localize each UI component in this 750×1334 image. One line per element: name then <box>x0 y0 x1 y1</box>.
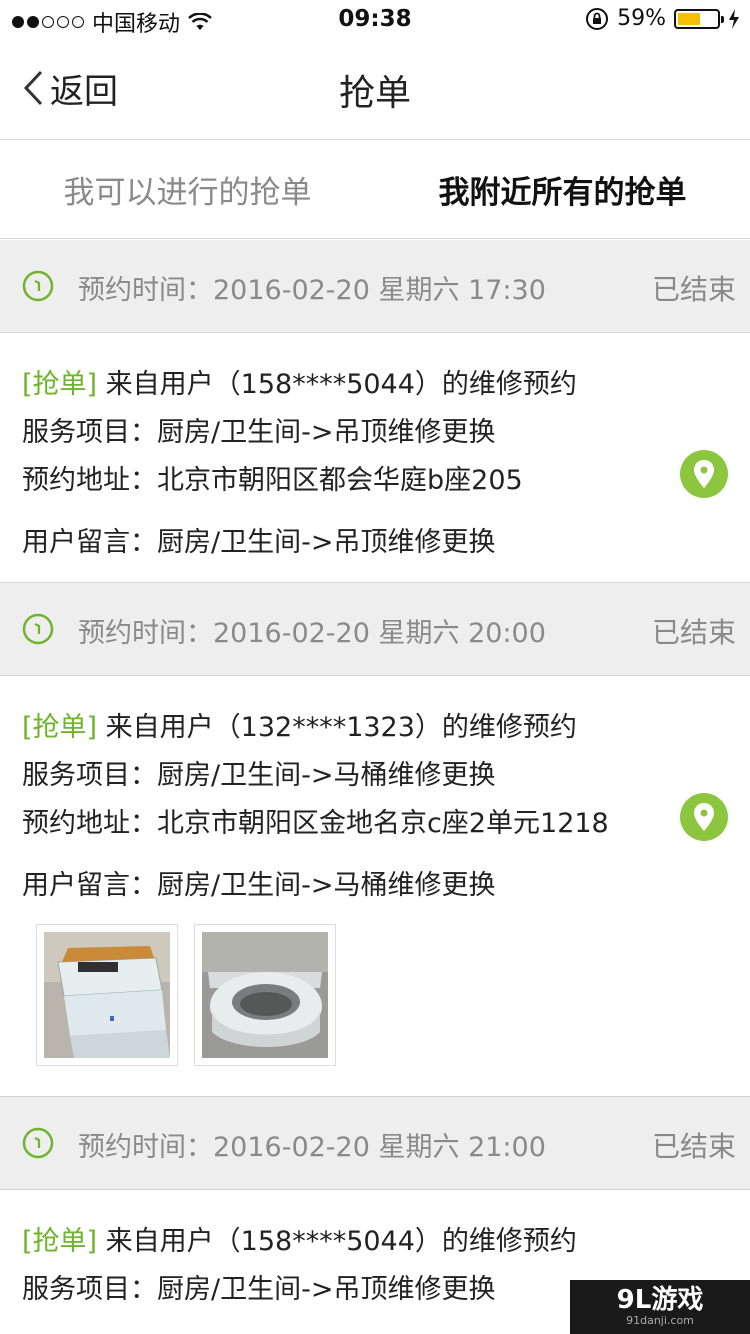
navigation-bar: 返回 抢单 <box>0 40 750 140</box>
photo-gallery <box>36 924 728 1078</box>
status-right: 59% <box>585 6 740 31</box>
rotation-lock-icon <box>586 7 609 30</box>
grab-order-tag: [抢单] <box>22 369 98 400</box>
order-title: [抢单] 来自用户（158****5044）的维修预约 <box>22 361 728 409</box>
location-pin-icon <box>694 460 714 488</box>
order-header: 预约时间：2016-02-20 星期六 21:00 已结束 <box>0 1097 750 1190</box>
address: 预约地址：北京市朝阳区都会华庭b座205 <box>22 465 523 496</box>
status-bar: 中国移动 09:38 59% <box>0 0 750 40</box>
battery-percent: 59% <box>617 6 666 31</box>
order-title-text: 来自用户（158****5044）的维修预约 <box>97 1226 577 1257</box>
service-item: 服务项目：厨房/卫生间->马桶维修更换 <box>22 760 496 791</box>
clock-icon <box>22 1127 54 1159</box>
order-title-text: 来自用户（158****5044）的维修预约 <box>97 369 577 400</box>
location-pin-button[interactable] <box>680 793 728 841</box>
order-status: 已结束 <box>651 616 736 649</box>
order-title: [抢单] 来自用户（158****5044）的维修预约 <box>22 1218 728 1266</box>
appointment-time: 预约时间：2016-02-20 星期六 17:30 <box>78 275 546 306</box>
toilet-seat-photo <box>202 932 328 1058</box>
user-message: 用户留言：厨房/卫生间->马桶维修更换 <box>22 870 496 901</box>
service-item: 服务项目：厨房/卫生间->吊顶维修更换 <box>22 417 496 448</box>
watermark-url: 91danji.com <box>626 1314 694 1327</box>
page-title: 抢单 <box>338 73 411 114</box>
order-list: 预约时间：2016-02-20 星期六 17:30 已结束 [抢单] 来自用户（… <box>0 240 750 1334</box>
grab-order-tag: [抢单] <box>22 1226 98 1257</box>
user-message: 用户留言：厨房/卫生间->吊顶维修更换 <box>22 527 496 558</box>
clock-icon <box>22 613 54 645</box>
appointment-time: 预约时间：2016-02-20 星期六 21:00 <box>78 1132 546 1163</box>
appointment-time: 预约时间：2016-02-20 星期六 20:00 <box>78 618 546 649</box>
order-header: 预约时间：2016-02-20 星期六 20:00 已结束 <box>0 583 750 676</box>
battery-icon <box>674 8 724 29</box>
grab-order-tag: [抢单] <box>22 712 98 743</box>
order-card[interactable]: [抢单] 来自用户（158****5044）的维修预约 服务项目：厨房/卫生间-… <box>0 333 750 583</box>
order-title-text: 来自用户（132****1323）的维修预约 <box>97 712 577 743</box>
address: 预约地址：北京市朝阳区金地名京c座2单元1218 <box>22 808 609 839</box>
location-pin-icon <box>694 803 714 831</box>
photo-thumbnail-toilet-tank[interactable] <box>36 924 178 1066</box>
order-title: [抢单] 来自用户（132****1323）的维修预约 <box>22 704 728 752</box>
clock-icon <box>22 270 54 302</box>
charging-bolt-icon <box>729 8 739 29</box>
tab-nearby-orders[interactable]: 我附近所有的抢单 <box>375 141 750 238</box>
tab-available-orders[interactable]: 我可以进行的抢单 <box>0 141 375 238</box>
photo-thumbnail-toilet-seat[interactable] <box>194 924 336 1066</box>
order-status: 已结束 <box>651 1130 736 1163</box>
order-header: 预约时间：2016-02-20 星期六 17:30 已结束 <box>0 240 750 333</box>
tab-bar: 我可以进行的抢单 我附近所有的抢单 <box>0 141 750 239</box>
order-status: 已结束 <box>651 273 736 306</box>
order-card[interactable]: [抢单] 来自用户（132****1323）的维修预约 服务项目：厨房/卫生间-… <box>0 676 750 1097</box>
watermark-logo: 9L游戏 91danji.com <box>570 1280 750 1334</box>
watermark-logo-text: 9L游戏 <box>616 1285 704 1315</box>
toilet-tank-photo <box>44 932 170 1058</box>
location-pin-button[interactable] <box>680 450 728 498</box>
